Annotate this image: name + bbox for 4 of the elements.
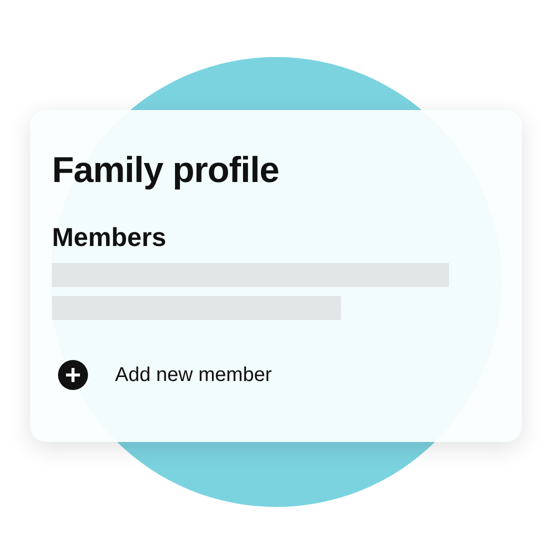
section-heading: Members: [52, 222, 168, 252]
plus-icon: [58, 360, 88, 390]
add-member-button[interactable]: Add new member: [52, 360, 272, 390]
card-title: Family profile: [52, 150, 280, 190]
